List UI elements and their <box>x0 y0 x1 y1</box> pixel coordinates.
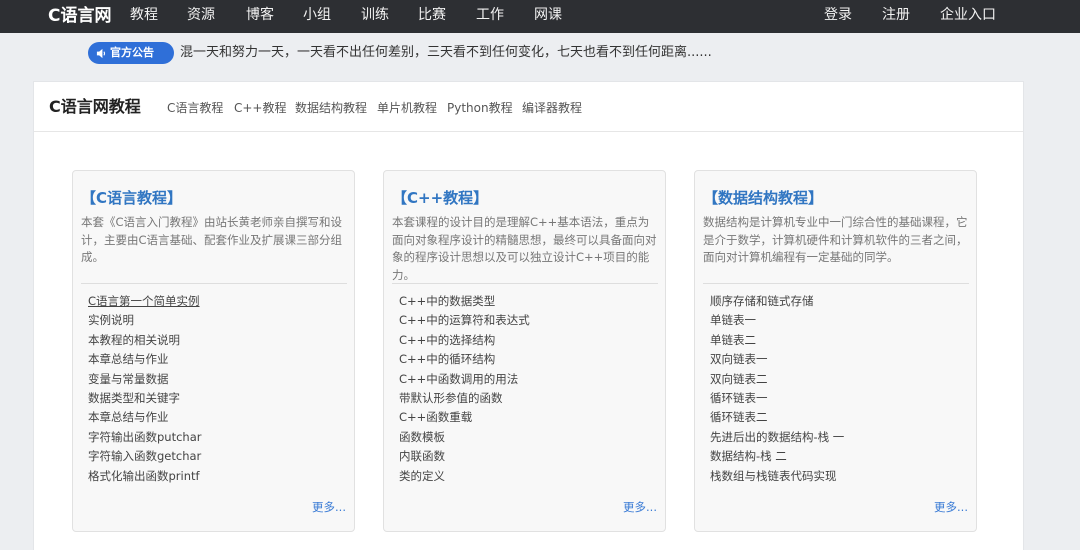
card-c-tutorial: 【C语言教程】 本套《C语言入门教程》由站长黄老师亲自撰写和设计，主要由C语言基… <box>72 170 355 532</box>
login-link[interactable]: 登录 <box>824 0 852 33</box>
lesson-link[interactable]: C++中的选择结构 <box>399 331 530 350</box>
nav-item-jobs[interactable]: 工作 <box>476 0 504 33</box>
lesson-link[interactable]: 带默认形参值的函数 <box>399 389 530 408</box>
card-cpp-tutorial: 【C++教程】 本套课程的设计目的是理解C++基本语法，重点为面向对象程序设计的… <box>383 170 666 532</box>
lesson-link[interactable]: C++函数重载 <box>399 408 530 427</box>
lesson-link[interactable]: 函数模板 <box>399 428 530 447</box>
lesson-link[interactable]: 循环链表二 <box>710 408 844 427</box>
more-link[interactable]: 更多... <box>312 499 346 515</box>
lesson-link[interactable]: 数据结构-栈 二 <box>710 447 844 466</box>
lesson-link[interactable]: 双向链表一 <box>710 350 844 369</box>
card-divider <box>81 283 347 284</box>
tab-compiler-tutorial[interactable]: 编译器教程 <box>522 99 582 117</box>
lesson-link[interactable]: C++中的循环结构 <box>399 350 530 369</box>
lesson-link[interactable]: C语言第一个简单实例 <box>88 292 201 311</box>
more-link[interactable]: 更多... <box>623 499 657 515</box>
nav-item-resources[interactable]: 资源 <box>187 0 215 33</box>
lesson-link[interactable]: C++中函数调用的用法 <box>399 370 530 389</box>
tutorial-panel: C语言网教程 C语言教程 C++教程 数据结构教程 单片机教程 Python教程… <box>33 81 1024 550</box>
tab-data-structure-tutorial[interactable]: 数据结构教程 <box>295 99 367 117</box>
card-divider <box>392 283 658 284</box>
card-data-structure-tutorial: 【数据结构教程】 数据结构是计算机专业中一门综合性的基础课程，它是介于数学，计算… <box>694 170 977 532</box>
panel-title: C语言网教程 <box>49 97 141 116</box>
register-link[interactable]: 注册 <box>882 0 910 33</box>
nav-item-groups[interactable]: 小组 <box>303 0 331 33</box>
tab-mcu-tutorial[interactable]: 单片机教程 <box>377 99 437 117</box>
lesson-link[interactable]: 格式化输出函数printf <box>88 467 201 486</box>
top-nav-bar: C语言网 教程 资源 博客 小组 训练 比赛 工作 网课 登录 注册 企业入口 <box>0 0 1080 33</box>
card-divider <box>703 283 969 284</box>
card-title[interactable]: 【数据结构教程】 <box>703 187 823 209</box>
lesson-link[interactable]: 循环链表一 <box>710 389 844 408</box>
tab-cpp-tutorial[interactable]: C++教程 <box>234 99 287 117</box>
lesson-link[interactable]: 本章总结与作业 <box>88 408 201 427</box>
card-description: 本套《C语言入门教程》由站长黄老师亲自撰写和设计，主要由C语言基础、配套作业及扩… <box>81 215 343 264</box>
card-title[interactable]: 【C语言教程】 <box>81 187 182 209</box>
lesson-link[interactable]: 顺序存储和链式存储 <box>710 292 844 311</box>
lesson-link[interactable]: 本章总结与作业 <box>88 350 201 369</box>
announcement-badge-label: 官方公告 <box>110 46 154 59</box>
nav-item-tutorials[interactable]: 教程 <box>130 0 158 33</box>
lesson-link[interactable]: 内联函数 <box>399 447 530 466</box>
more-link[interactable]: 更多... <box>934 499 968 515</box>
lesson-link[interactable]: 变量与常量数据 <box>88 370 201 389</box>
card-title[interactable]: 【C++教程】 <box>392 187 488 209</box>
nav-item-blog[interactable]: 博客 <box>246 0 274 33</box>
lesson-link[interactable]: 数据类型和关键字 <box>88 389 201 408</box>
lesson-link[interactable]: C++中的数据类型 <box>399 292 530 311</box>
lesson-list: 顺序存储和链式存储 单链表一 单链表二 双向链表一 双向链表二 循环链表一 循环… <box>710 292 844 486</box>
lesson-link[interactable]: 字符输入函数getchar <box>88 447 201 466</box>
announcement-text: 混一天和努力一天，一天看不出任何差别，三天看不到任何变化，七天也看不到任何距离.… <box>180 45 712 60</box>
tab-python-tutorial[interactable]: Python教程 <box>447 99 513 117</box>
enterprise-entry-link[interactable]: 企业入口 <box>940 0 996 33</box>
speaker-icon <box>96 48 106 59</box>
lesson-list: C语言第一个简单实例 实例说明 本教程的相关说明 本章总结与作业 变量与常量数据… <box>88 292 201 486</box>
tab-c-tutorial[interactable]: C语言教程 <box>167 99 223 117</box>
lesson-link[interactable]: 先进后出的数据结构-栈 一 <box>710 428 844 447</box>
card-description: 本套课程的设计目的是理解C++基本语法，重点为面向对象程序设计的精髓思想，最终可… <box>392 215 657 282</box>
nav-item-training[interactable]: 训练 <box>361 0 389 33</box>
lesson-link[interactable]: 本教程的相关说明 <box>88 331 201 350</box>
card-description: 数据结构是计算机专业中一门综合性的基础课程，它是介于数学，计算机硬件和计算机软件… <box>703 215 968 264</box>
announcement-badge[interactable]: 官方公告 <box>88 42 174 64</box>
lesson-list: C++中的数据类型 C++中的运算符和表达式 C++中的选择结构 C++中的循环… <box>399 292 530 486</box>
lesson-link[interactable]: 字符输出函数putchar <box>88 428 201 447</box>
nav-item-contests[interactable]: 比赛 <box>418 0 446 33</box>
site-logo[interactable]: C语言网 <box>48 4 111 28</box>
lesson-link[interactable]: 单链表一 <box>710 311 844 330</box>
panel-header: C语言网教程 C语言教程 C++教程 数据结构教程 单片机教程 Python教程… <box>34 82 1023 132</box>
lesson-link[interactable]: 类的定义 <box>399 467 530 486</box>
lesson-link[interactable]: 栈数组与栈链表代码实现 <box>710 467 844 486</box>
lesson-link[interactable]: 单链表二 <box>710 331 844 350</box>
lesson-link[interactable]: C++中的运算符和表达式 <box>399 311 530 330</box>
lesson-link[interactable]: 双向链表二 <box>710 370 844 389</box>
nav-item-courses[interactable]: 网课 <box>534 0 562 33</box>
lesson-link[interactable]: 实例说明 <box>88 311 201 330</box>
